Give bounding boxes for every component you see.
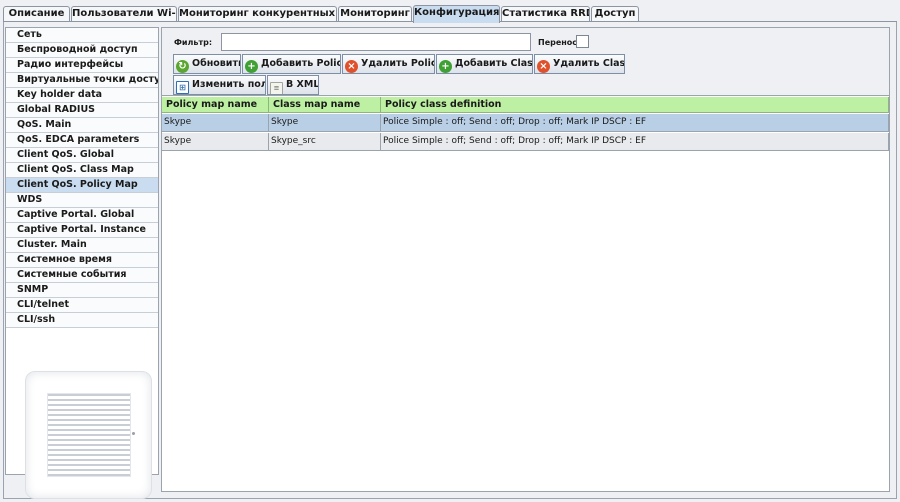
sidebar-item-key-holder-data[interactable]: Key holder data <box>6 88 158 103</box>
column-header-class-map-name[interactable]: Class map name <box>269 97 381 113</box>
sidebar: Сеть Беспроводной доступ Радио интерфейс… <box>5 27 159 499</box>
add-policy-button[interactable]: + Добавить Policy <box>242 54 341 74</box>
refresh-button[interactable]: ↻ Обновить <box>173 54 241 74</box>
document-icon: ≡ <box>270 82 283 94</box>
sidebar-item-cli-ssh[interactable]: CLI/ssh <box>6 313 158 328</box>
filter-input[interactable] <box>221 33 531 51</box>
tab-rrd-statistics[interactable]: Статистика RRD <box>501 6 590 22</box>
table-row[interactable]: Skype Skype Police Simple : off; Send : … <box>162 114 889 132</box>
column-header-policy-class-definition[interactable]: Policy class definition <box>381 97 889 113</box>
refresh-icon: ↻ <box>176 60 189 73</box>
sidebar-item-radio-interfaces[interactable]: Радио интерфейсы <box>6 58 158 73</box>
sidebar-item-cli-telnet[interactable]: CLI/telnet <box>6 298 158 313</box>
sidebar-item-qos-edca[interactable]: QoS. EDCA parameters <box>6 133 158 148</box>
wrap-checkbox[interactable] <box>576 35 589 48</box>
access-point-led <box>132 432 135 435</box>
sidebar-item-client-qos-class-map[interactable]: Client QoS. Class Map <box>6 163 158 178</box>
sidebar-item-wireless-access[interactable]: Беспроводной доступ <box>6 43 158 58</box>
cell-policy-class-definition: Police Simple : off; Send : off; Drop : … <box>381 114 889 131</box>
cell-class-map-name: Skype <box>269 114 381 131</box>
toolbar: Фильтр: Перенос ↻ Обновить + Добавить Poli… <box>162 28 889 96</box>
add-class-button[interactable]: + Добавить Class <box>436 54 533 74</box>
sidebar-item-client-qos-global[interactable]: Client QoS. Global <box>6 148 158 163</box>
edit-fields-button[interactable]: ⊞ Изменить поля <box>173 75 266 95</box>
sidebar-item-virtual-access-points[interactable]: Виртуальные точки доступа <box>6 73 158 88</box>
add-policy-button-label: Добавить Policy <box>261 58 341 69</box>
sidebar-item-captive-portal-global[interactable]: Captive Portal. Global <box>6 208 158 223</box>
sidebar-item-network[interactable]: Сеть <box>6 28 158 43</box>
delete-class-button[interactable]: × Удалить Class <box>534 54 625 74</box>
filter-label: Фильтр: <box>174 38 213 47</box>
delete-circle-icon: × <box>537 60 550 73</box>
sidebar-item-global-radius[interactable]: Global RADIUS <box>6 103 158 118</box>
cell-policy-map-name: Skype <box>162 114 269 131</box>
xml-export-button-label: В XML <box>286 79 319 90</box>
plus-circle-icon: + <box>439 60 452 73</box>
sidebar-item-qos-main[interactable]: QoS. Main <box>6 118 158 133</box>
delete-class-button-label: Удалить Class <box>553 58 625 69</box>
add-class-button-label: Добавить Class <box>455 58 533 69</box>
cell-class-map-name: Skype_src <box>269 133 381 150</box>
edit-fields-icon: ⊞ <box>176 81 189 94</box>
sidebar-item-captive-portal-instance[interactable]: Captive Portal. Instance <box>6 223 158 238</box>
column-header-policy-map-name[interactable]: Policy map name <box>162 97 269 113</box>
tab-competitor-ap-monitoring[interactable]: Мониторинг конкурентных ТД <box>178 6 337 22</box>
delete-policy-button-label: Удалить Policy <box>361 58 435 69</box>
sidebar-item-system-events[interactable]: Системные события <box>6 268 158 283</box>
plus-circle-icon: + <box>245 60 258 73</box>
main-panel: Фильтр: Перенос ↻ Обновить + Добавить Poli… <box>161 27 890 492</box>
edit-fields-button-label: Изменить поля <box>192 79 266 90</box>
access-point-grill <box>47 393 131 477</box>
tab-description[interactable]: Описание <box>3 6 70 22</box>
delete-policy-button[interactable]: × Удалить Policy <box>342 54 435 74</box>
tab-access[interactable]: Доступ <box>591 6 639 22</box>
sidebar-item-system-time[interactable]: Системное время <box>6 253 158 268</box>
sidebar-item-cluster-main[interactable]: Cluster. Main <box>6 238 158 253</box>
tab-wifi-users[interactable]: Пользователи Wi-Fi <box>71 6 177 22</box>
sidebar-item-snmp[interactable]: SNMP <box>6 283 158 298</box>
wrap-label: Перенос <box>538 38 578 47</box>
delete-circle-icon: × <box>345 60 358 73</box>
xml-export-button[interactable]: ≡ В XML <box>267 75 319 95</box>
sidebar-item-client-qos-policy-map[interactable]: Client QoS. Policy Map <box>6 178 158 193</box>
sidebar-item-wds[interactable]: WDS <box>6 193 158 208</box>
main-tab-bar: Описание Пользователи Wi-Fi Мониторинг к… <box>3 5 896 23</box>
tab-configuration[interactable]: Конфигурация <box>413 5 500 23</box>
tab-monitoring[interactable]: Мониторинг <box>338 6 412 22</box>
table-row[interactable]: Skype Skype_src Police Simple : off; Sen… <box>162 133 889 151</box>
refresh-button-label: Обновить <box>192 58 241 69</box>
cell-policy-class-definition: Police Simple : off; Send : off; Drop : … <box>381 133 889 150</box>
cell-policy-map-name: Skype <box>162 133 269 150</box>
access-point-image <box>25 371 152 499</box>
